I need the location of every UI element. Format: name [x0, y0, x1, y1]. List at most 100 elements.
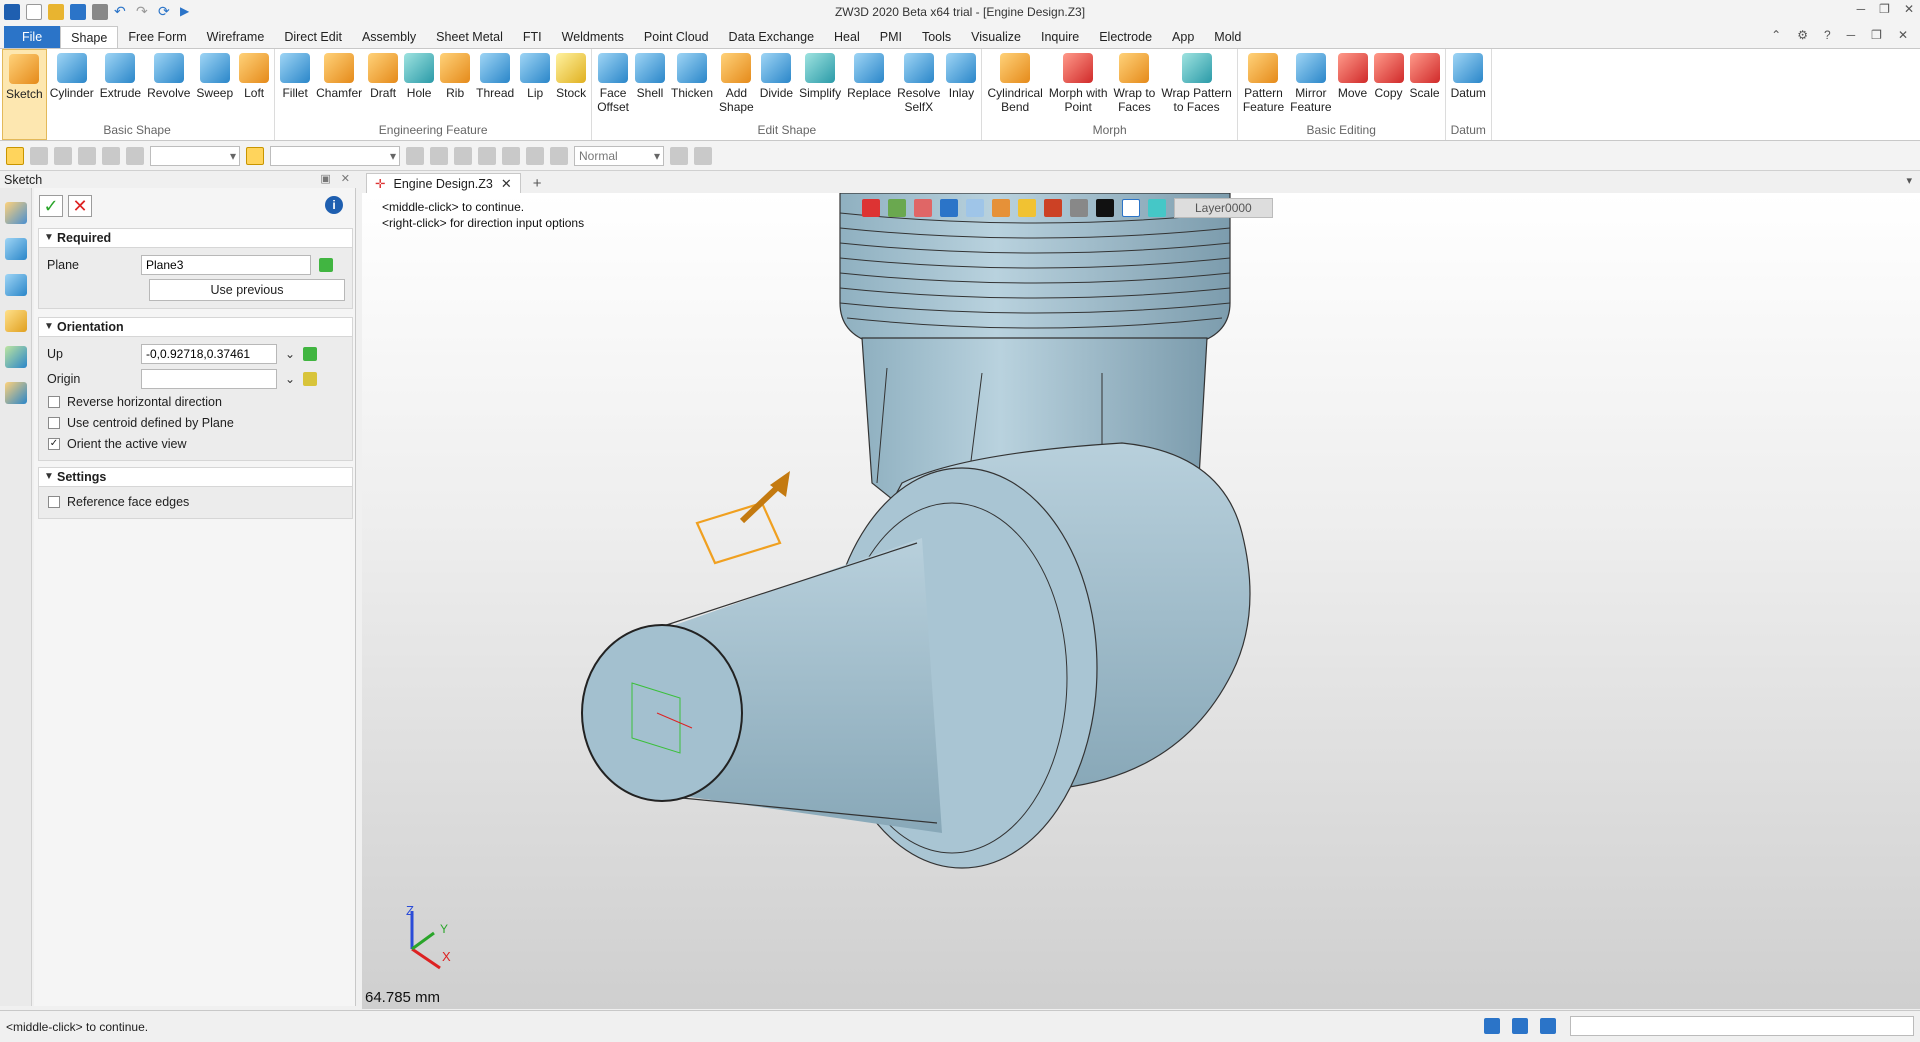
redo-icon[interactable]: ↷: [136, 4, 152, 20]
info-icon[interactable]: i: [325, 196, 343, 214]
use-centroid-checkbox[interactable]: [48, 416, 60, 429]
close-tab-icon[interactable]: ✕: [501, 175, 512, 193]
up-input[interactable]: [141, 343, 277, 364]
sketch-tool-icon[interactable]: [5, 202, 27, 224]
add-tab-icon[interactable]: +: [533, 175, 542, 193]
expand-down-icon[interactable]: ⌄: [285, 347, 295, 361]
ok-button[interactable]: ✓: [39, 195, 63, 217]
sketch-plane-preview[interactable]: [695, 471, 790, 565]
use-previous-button[interactable]: Use previous: [149, 278, 345, 301]
output-shaft[interactable]: [581, 467, 1098, 869]
grid-icon[interactable]: [430, 146, 448, 165]
image-icon[interactable]: [5, 346, 27, 368]
screen-icon[interactable]: [1512, 1018, 1528, 1034]
layout-icon[interactable]: [1484, 1018, 1500, 1034]
run-icon[interactable]: ▶: [180, 4, 196, 20]
menu-tab-direct-edit[interactable]: Direct Edit: [274, 26, 352, 48]
pick-plane-icon[interactable]: [319, 257, 333, 272]
menu-tab-inquire[interactable]: Inquire: [1031, 26, 1089, 48]
light-icon[interactable]: [992, 199, 1010, 217]
reference-face-edges-checkbox[interactable]: [48, 495, 60, 508]
undo-icon[interactable]: ↶: [114, 4, 130, 20]
align-left-icon[interactable]: [454, 146, 472, 165]
filter-combo[interactable]: [150, 145, 240, 166]
restore-icon[interactable]: ❐: [1879, 2, 1890, 16]
pick-combo[interactable]: [270, 145, 400, 166]
menu-tab-tools[interactable]: Tools: [912, 26, 961, 48]
menu-tab-data-exchange[interactable]: Data Exchange: [719, 26, 824, 48]
menu-tab-electrode[interactable]: Electrode: [1089, 26, 1162, 48]
align-center-icon[interactable]: [478, 146, 496, 165]
restore-doc-icon[interactable]: ❐: [1871, 28, 1882, 42]
settings-b-icon[interactable]: [694, 146, 712, 165]
pick-mode-icon[interactable]: [78, 146, 96, 165]
history-icon[interactable]: [5, 238, 27, 260]
origin-input[interactable]: [141, 368, 277, 389]
line-color-icon[interactable]: [1096, 199, 1114, 217]
menu-tab-pmi[interactable]: PMI: [870, 26, 912, 48]
menu-tab-wireframe[interactable]: Wireframe: [197, 26, 275, 48]
menu-tab-heal[interactable]: Heal: [824, 26, 870, 48]
menu-tab-free-form[interactable]: Free Form: [118, 26, 196, 48]
display-icon[interactable]: [1070, 199, 1088, 217]
menu-tab-weldments[interactable]: Weldments: [552, 26, 634, 48]
pick-point-icon[interactable]: [303, 371, 318, 386]
minimize-doc-icon[interactable]: ─: [1847, 28, 1856, 42]
open-folder-icon[interactable]: [48, 4, 64, 20]
menu-tab-visualize[interactable]: Visualize: [961, 26, 1031, 48]
lasso-icon[interactable]: [102, 146, 120, 165]
assembly-tree-icon[interactable]: [5, 274, 27, 296]
exit-icon[interactable]: [862, 199, 880, 217]
refresh-icon[interactable]: ⟳: [158, 4, 174, 20]
add-filter-icon[interactable]: [30, 146, 48, 165]
pin-panel-icon[interactable]: ▣: [320, 172, 330, 185]
smart-pick-icon[interactable]: [246, 146, 264, 165]
filter-color-icon[interactable]: [1148, 199, 1166, 217]
gear-icon[interactable]: ⚙: [1797, 28, 1808, 42]
pen-icon[interactable]: [914, 199, 932, 217]
shaded-icon[interactable]: [940, 199, 958, 217]
menu-tab-app[interactable]: App: [1162, 26, 1204, 48]
collapse-ribbon-icon[interactable]: ⌃: [1771, 28, 1781, 42]
filter-icon[interactable]: [126, 146, 144, 165]
menu-tab-shape[interactable]: Shape: [60, 26, 119, 48]
render-mode-select[interactable]: Normal: [574, 145, 664, 166]
select-pointer-icon[interactable]: [6, 146, 24, 165]
face-color-icon[interactable]: [1122, 199, 1140, 217]
align-right-icon[interactable]: [502, 146, 520, 165]
cancel-button[interactable]: ✕: [68, 195, 92, 217]
menu-tab-fti[interactable]: FTI: [513, 26, 552, 48]
layer-select[interactable]: Layer0000: [1174, 198, 1273, 218]
3d-viewport[interactable]: <middle-click> to continue. <right-click…: [362, 193, 1920, 1009]
view-icon[interactable]: [888, 199, 906, 217]
pin-icon[interactable]: [526, 146, 544, 165]
close-icon[interactable]: ✕: [1904, 2, 1914, 16]
save-icon[interactable]: [70, 4, 86, 20]
plane-input[interactable]: [141, 254, 311, 275]
help-icon[interactable]: ?: [1824, 28, 1831, 42]
part-icon[interactable]: [5, 310, 27, 332]
menu-tab-point-cloud[interactable]: Point Cloud: [634, 26, 719, 48]
pick-direction-icon[interactable]: [303, 346, 318, 361]
close-doc-icon[interactable]: ✕: [1898, 28, 1908, 42]
settings-a-icon[interactable]: [670, 146, 688, 165]
material-icon[interactable]: [1018, 199, 1036, 217]
orientation-header[interactable]: Orientation: [38, 317, 353, 337]
close-panel-icon[interactable]: ✕: [341, 172, 350, 185]
print-icon[interactable]: [92, 4, 108, 20]
new-file-icon[interactable]: [26, 4, 42, 20]
expand-down-icon[interactable]: ⌄: [285, 372, 295, 386]
render-icon[interactable]: [550, 146, 568, 165]
section-icon[interactable]: [1044, 199, 1062, 217]
user-icon[interactable]: [5, 382, 27, 404]
list-icon[interactable]: [1540, 1018, 1556, 1034]
menu-tab-mold[interactable]: Mold: [1204, 26, 1251, 48]
command-input[interactable]: [1570, 1016, 1914, 1036]
app-logo-icon[interactable]: [4, 4, 20, 20]
menu-tab-sheet-metal[interactable]: Sheet Metal: [426, 26, 513, 48]
tab-menu-icon[interactable]: ▾: [1906, 174, 1912, 187]
menu-tab-assembly[interactable]: Assembly: [352, 26, 426, 48]
menu-tab-file[interactable]: File: [4, 26, 61, 48]
required-header[interactable]: Required: [38, 228, 353, 248]
remove-filter-icon[interactable]: [54, 146, 72, 165]
